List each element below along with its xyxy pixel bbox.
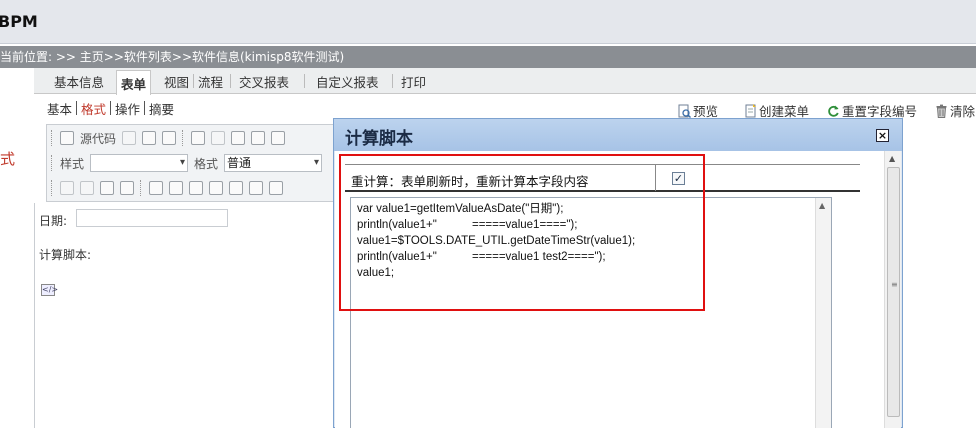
format-select[interactable]: 普通	[224, 154, 323, 172]
tab-basic-info[interactable]: 基本信息	[52, 72, 106, 91]
tab-custom-report[interactable]: 自定义报表	[314, 72, 381, 91]
source-code-icon[interactable]	[60, 131, 74, 145]
app-title: BPM	[0, 12, 38, 31]
dialog-scrollbar[interactable]: ▲ ≡	[884, 151, 901, 428]
tab-separator	[392, 74, 393, 88]
editor-body[interactable]	[34, 203, 346, 428]
button-field-icon[interactable]	[120, 181, 134, 195]
toolbar-row-3	[51, 177, 283, 199]
scrollbar-grip-icon: ≡	[891, 280, 898, 289]
new-document-icon	[745, 103, 756, 117]
left-nav-partial-label[interactable]: 式	[0, 148, 15, 169]
special-char-icon[interactable]	[229, 181, 243, 195]
tree-icon[interactable]	[249, 181, 263, 195]
tab-cross-report[interactable]: 交叉报表	[237, 72, 291, 91]
breadcrumb: 当前位置: >> 主页>>软件列表>>软件信息(kimisp8软件测试)	[0, 46, 976, 68]
recalc-checkbox[interactable]: ✓	[672, 172, 685, 185]
script-textarea[interactable]: var value1=getItemValueAsDate("日期"); pri…	[350, 197, 832, 428]
tab-view[interactable]: 视图	[162, 72, 191, 91]
more-icon[interactable]	[269, 181, 283, 195]
script-content: var value1=getItemValueAsDate("日期"); pri…	[357, 203, 636, 279]
editor-toolbar: 源代码 样式 格式 普通	[46, 124, 346, 202]
calendar-icon[interactable]	[169, 181, 183, 195]
recalc-divider	[655, 165, 656, 191]
paste-icon[interactable]	[231, 131, 246, 145]
document-preview-icon	[678, 104, 691, 118]
cut-icon[interactable]	[191, 131, 206, 145]
checkbox-field-icon[interactable]	[60, 181, 74, 195]
bank-icon[interactable]	[209, 181, 223, 195]
subtab-summary[interactable]: 摘要	[149, 99, 174, 118]
subtab-separator	[144, 101, 145, 115]
dialog-title: 计算脚本	[345, 129, 413, 149]
left-nav-strip: 式	[0, 68, 34, 428]
copy-icon[interactable]	[122, 131, 137, 145]
toolbar-grip	[51, 155, 54, 171]
calc-script-dialog: 计算脚本 × 重计算：表单刷新时，重新计算本字段内容 ✓ var value1=…	[333, 118, 903, 428]
toolbar-grip	[51, 130, 54, 146]
clear-label: 清除	[950, 104, 976, 119]
toolbar-grip	[51, 180, 54, 196]
recalc-row: 重计算：表单刷新时，重新计算本字段内容 ✓	[345, 164, 860, 192]
date-input[interactable]	[76, 209, 228, 227]
trash-icon	[936, 104, 947, 118]
dialog-content: 重计算：表单刷新时，重新计算本字段内容 ✓ var value1=getItem…	[335, 151, 901, 428]
paste-word-icon[interactable]	[271, 131, 286, 145]
subtab-separator	[110, 101, 111, 115]
main-tab-bar: 基本信息 表单 视图 流程 交叉报表 自定义报表 打印	[34, 68, 976, 95]
subtab-action[interactable]: 操作	[115, 99, 140, 118]
textfield-icon[interactable]	[100, 181, 114, 195]
toolbar-row-2: 样式 格式 普通	[51, 152, 323, 174]
toolbar-row-1: 源代码	[51, 127, 286, 149]
radio-field-icon[interactable]	[80, 181, 94, 195]
copy-icon[interactable]	[211, 131, 226, 145]
preview-page-icon[interactable]	[142, 131, 157, 145]
subtab-basic[interactable]: 基本	[47, 99, 72, 118]
paste-text-icon[interactable]	[251, 131, 266, 145]
date-field-label: 日期:	[39, 214, 68, 228]
scroll-up-icon[interactable]: ▲	[819, 201, 825, 210]
tab-separator	[193, 74, 194, 88]
tab-print[interactable]: 打印	[399, 72, 428, 91]
clear-button[interactable]: 清除	[935, 101, 975, 120]
toolbar-grip	[182, 130, 185, 146]
recalc-label: 重计算：表单刷新时，重新计算本字段内容	[351, 174, 589, 189]
tab-form[interactable]: 表单	[116, 70, 152, 95]
app-header: BPM	[0, 0, 976, 44]
source-code-button[interactable]: 源代码	[80, 130, 116, 147]
format-label: 格式	[194, 156, 219, 171]
tab-flow[interactable]: 流程	[196, 72, 225, 91]
table-icon[interactable]	[149, 181, 163, 195]
tab-separator	[304, 74, 305, 88]
style-select[interactable]	[90, 154, 189, 172]
refresh-icon	[828, 105, 839, 117]
template-icon[interactable]	[162, 131, 177, 145]
subtab-separator	[76, 101, 77, 115]
link-icon[interactable]	[189, 181, 203, 195]
close-icon[interactable]: ×	[876, 129, 889, 142]
script-scrollbar[interactable]: ▲	[815, 198, 831, 428]
script-field-label: 计算脚本:	[39, 248, 92, 262]
subtab-format[interactable]: 格式	[81, 99, 106, 118]
dialog-titlebar[interactable]: 计算脚本 ×	[334, 119, 902, 151]
toolbar-grip	[140, 180, 143, 196]
scrollbar-thumb[interactable]: ≡	[887, 167, 900, 417]
scroll-up-icon[interactable]: ▲	[889, 154, 895, 163]
style-label: 样式	[60, 156, 85, 171]
tab-separator	[230, 74, 231, 88]
code-field-icon[interactable]: </>	[41, 284, 58, 296]
